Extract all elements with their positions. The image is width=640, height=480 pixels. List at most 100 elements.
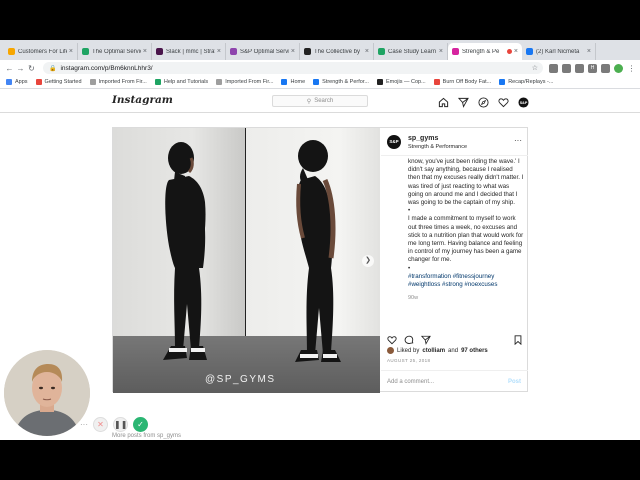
extension-icon[interactable] bbox=[601, 63, 610, 73]
explore-compass-icon[interactable] bbox=[478, 95, 489, 108]
close-tab-icon[interactable]: × bbox=[69, 48, 73, 55]
more-options-icon[interactable]: ··· bbox=[514, 136, 522, 145]
post-location[interactable]: Strength & Performance bbox=[408, 144, 467, 150]
bookmark-item[interactable]: Getting Started bbox=[35, 79, 82, 85]
tab-favicon-icon bbox=[378, 48, 385, 55]
close-tab-icon[interactable]: × bbox=[291, 48, 295, 55]
close-tab-icon[interactable]: × bbox=[587, 48, 591, 55]
presenter-illustration bbox=[4, 350, 90, 436]
back-arrow-icon[interactable]: ← bbox=[4, 64, 15, 73]
bookmark-item[interactable]: Strength & Perfor... bbox=[313, 79, 369, 85]
instagram-post: @SP_GYMS ❯ S&P sp_gyms Strength & Perfor… bbox=[112, 127, 528, 393]
browser-tab[interactable]: Case Study Learn × bbox=[374, 43, 448, 60]
reload-icon[interactable]: ↻ bbox=[26, 64, 37, 73]
browser-tab[interactable]: Slack | mmc | Strat × bbox=[152, 43, 226, 60]
browser-toolbar: ← → ↻ 🔒 instagram.com/p/Bm6knnLhhr3/ ☆ H… bbox=[0, 60, 640, 76]
recorder-controls: ··· ✕ ❚❚ ✓ bbox=[80, 417, 148, 432]
extension-h-icon[interactable]: H bbox=[588, 63, 597, 73]
bookmark-item[interactable]: Help and Tutorials bbox=[154, 79, 208, 85]
liked-by-user[interactable]: ctolliam bbox=[422, 348, 445, 354]
bookmark-star-icon[interactable]: ☆ bbox=[532, 64, 538, 72]
close-tab-icon[interactable]: × bbox=[365, 48, 369, 55]
post-photo[interactable]: @SP_GYMS ❯ bbox=[113, 128, 380, 393]
post-avatar[interactable]: S&P bbox=[387, 135, 401, 149]
more-posts-heading[interactable]: More posts from sp_gyms bbox=[112, 433, 181, 439]
bookmark-favicon-icon bbox=[154, 79, 161, 85]
bookmark-item[interactable]: Imported From Fir... bbox=[89, 79, 147, 85]
comment-icon[interactable] bbox=[404, 332, 414, 344]
close-tab-icon[interactable]: × bbox=[217, 48, 221, 55]
liked-by-and: and bbox=[448, 347, 459, 354]
browser-tab[interactable]: The Optimal Service× bbox=[78, 43, 152, 60]
profile-avatar[interactable]: S&P bbox=[518, 95, 529, 108]
browser-tab[interactable]: S&P Optimal Service× bbox=[226, 43, 300, 60]
post-date: AUGUST 25, 2018 bbox=[387, 358, 431, 363]
bookmark-item[interactable]: Burn Off Body Fat... bbox=[433, 79, 491, 85]
search-placeholder: Search bbox=[314, 98, 334, 104]
bookmark-label: Emojis — Cop... bbox=[385, 79, 426, 85]
direct-message-icon[interactable] bbox=[457, 95, 469, 108]
tab-title: Strength & Pe bbox=[462, 48, 500, 55]
extension-icon[interactable] bbox=[562, 63, 571, 73]
bookmark-favicon-icon bbox=[376, 79, 383, 85]
browser-menu-icon[interactable]: ⋮ bbox=[627, 64, 636, 73]
bookmark-item[interactable]: Emojis — Cop... bbox=[376, 79, 426, 85]
liked-by-count[interactable]: 97 others bbox=[461, 348, 488, 354]
pause-recording-icon[interactable]: ❚❚ bbox=[113, 417, 128, 432]
like-heart-icon[interactable] bbox=[387, 332, 397, 345]
liked-by: Liked by ctolliam and 97 others bbox=[387, 347, 488, 354]
save-bookmark-icon[interactable] bbox=[513, 332, 523, 346]
carousel-next-icon[interactable]: ❯ bbox=[362, 255, 374, 267]
tab-favicon-icon bbox=[82, 48, 89, 55]
bookmark-label: Recap/Replays -... bbox=[508, 79, 554, 85]
photo-watermark: @SP_GYMS bbox=[205, 374, 276, 385]
close-tab-icon[interactable]: × bbox=[143, 48, 147, 55]
bookmark-label: Imported From Fir... bbox=[98, 79, 147, 85]
bookmark-item[interactable]: Home bbox=[281, 79, 305, 85]
activity-heart-icon[interactable] bbox=[498, 95, 509, 108]
bookmark-label: Strength & Perfor... bbox=[322, 79, 369, 85]
extension-icon[interactable] bbox=[575, 63, 584, 73]
bookmark-item[interactable]: Imported From Fir... bbox=[216, 79, 273, 85]
forward-arrow-icon[interactable]: → bbox=[15, 64, 26, 73]
post-sidebar: S&P sp_gyms Strength & Performance ··· k… bbox=[381, 128, 528, 393]
caption-age: 90w bbox=[408, 295, 419, 302]
extension-icon[interactable] bbox=[549, 63, 558, 73]
search-input[interactable]: ⚲ Search bbox=[272, 95, 368, 107]
caption-bullet: • bbox=[408, 264, 411, 272]
bookmark-item[interactable]: Apps bbox=[6, 79, 28, 85]
tab-favicon-icon bbox=[230, 48, 237, 55]
recorder-more-icon[interactable]: ··· bbox=[80, 420, 88, 429]
comment-input[interactable]: Add a comment... bbox=[387, 379, 434, 385]
share-icon[interactable] bbox=[420, 332, 431, 345]
bookmark-favicon-icon bbox=[216, 79, 223, 85]
instagram-logo[interactable]: Instagram bbox=[112, 94, 173, 106]
liked-by-prefix: Liked by bbox=[397, 347, 420, 354]
caption-bullet: • bbox=[408, 207, 411, 215]
close-tab-icon[interactable]: × bbox=[439, 48, 443, 55]
bookmark-favicon-icon bbox=[313, 79, 320, 85]
browser-tab[interactable]: (2) Karl Nicmeta × bbox=[522, 43, 596, 60]
webcam-overlay[interactable] bbox=[4, 350, 90, 436]
profile-avatar[interactable] bbox=[614, 63, 623, 73]
browser-tab[interactable]: Customers For Life × bbox=[4, 43, 78, 60]
post-comment-button[interactable]: Post bbox=[508, 379, 521, 385]
browser-tab[interactable]: Strength & Pe × bbox=[448, 43, 522, 60]
cancel-recording-icon[interactable]: ✕ bbox=[93, 417, 108, 432]
comment-box: Add a comment... Post bbox=[381, 370, 528, 393]
bookmark-label: Home bbox=[290, 79, 306, 85]
bookmark-item[interactable]: Recap/Replays -... bbox=[499, 79, 553, 85]
close-tab-icon[interactable]: × bbox=[514, 48, 518, 55]
tab-favicon-icon bbox=[526, 48, 533, 55]
home-icon[interactable] bbox=[438, 95, 449, 108]
instagram-nav: S&P bbox=[438, 95, 529, 108]
post-username[interactable]: sp_gyms bbox=[408, 135, 438, 142]
bookmarks-bar: Apps Getting Started Imported From Fir... H… bbox=[0, 76, 640, 89]
address-bar[interactable]: 🔒 instagram.com/p/Bm6knnLhhr3/ ☆ bbox=[43, 62, 543, 74]
recording-dot-icon bbox=[506, 49, 512, 54]
finish-recording-icon[interactable]: ✓ bbox=[133, 417, 148, 432]
caption-hashtags[interactable]: #transformation #fitnessjourney #weightl… bbox=[408, 273, 524, 289]
browser-tab[interactable]: The Collective by × bbox=[300, 43, 374, 60]
tab-strip: Customers For Life×The Optimal Service×S… bbox=[0, 40, 640, 60]
screen: Customers For Life×The Optimal Service×S… bbox=[0, 40, 640, 440]
